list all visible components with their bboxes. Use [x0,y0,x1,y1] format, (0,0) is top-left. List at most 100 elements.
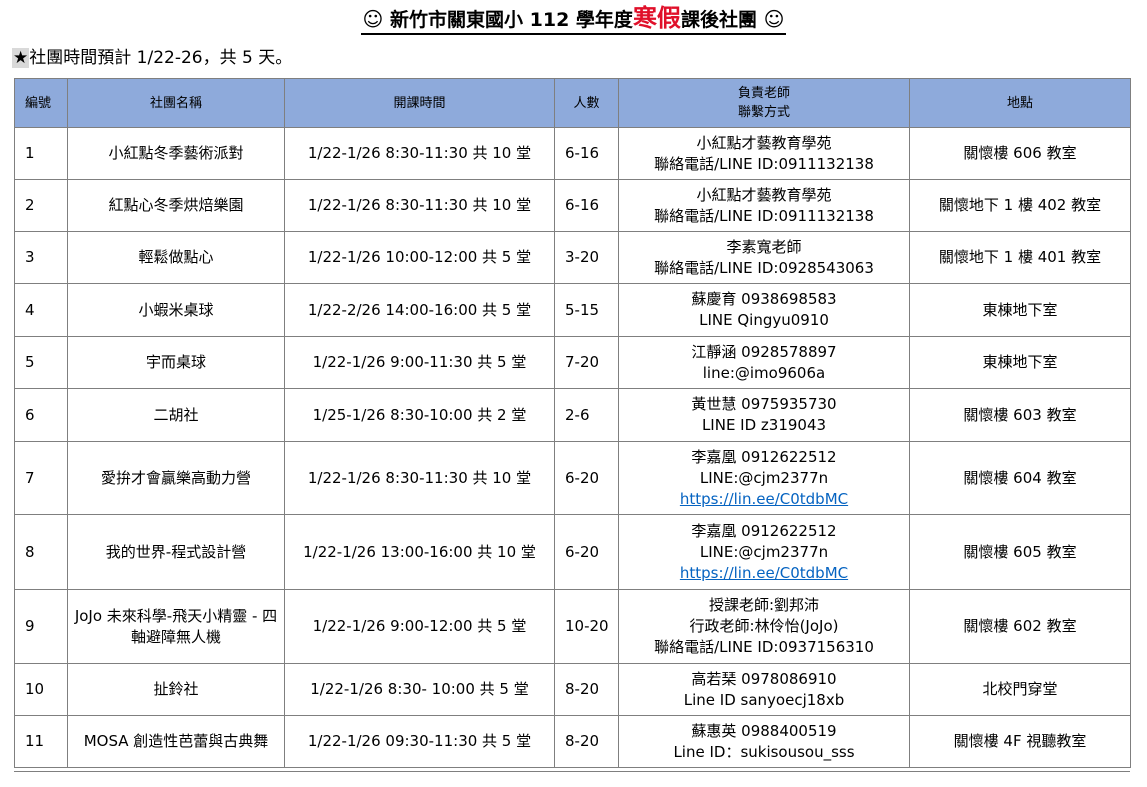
contact-line: 李嘉凰 0912622512 [691,447,837,466]
contact-line: 授課老師:劉邦沛 [708,596,820,614]
cell-no: 5 [14,336,68,389]
title-suffix: 課後社團 [680,9,757,31]
cell-people: 6-20 [554,441,619,515]
cell-people: 10-20 [554,589,619,664]
cell-contact: 江靜涵 0928578897 line:@imo9606a [618,336,910,389]
cell-no: 7 [14,441,68,515]
contact-line: LINE ID z319043 [701,416,827,434]
page-title: ☺ 新竹市關東國小 112 學年度寒假課後社團 ☺ [360,4,787,35]
table-row: 11 MOSA 創造性芭蕾與古典舞 1/22-1/26 09:30-11:30 共 … [14,715,1131,768]
table-row: 10 扯鈴社 1/22-1/26 8:30- 10:00 共 5 堂 8-20 高若琹 … [14,663,1131,716]
cell-contact: 高若琹 0978086910 Line ID sanyoecj18xb [618,663,910,716]
cell-people: 6-20 [554,514,619,590]
cell-contact: 黃世慧 0975935730 LINE ID z319043 [618,388,910,442]
cell-time: 1/22-1/26 10:00-12:00 共 5 堂 [284,231,555,284]
cell-no: 4 [14,283,68,337]
contact-line: 小紅點才藝教育學苑 [696,185,832,204]
cell-contact: 小紅點才藝教育學苑聯絡電話/LINE ID:0911132138 [618,179,910,232]
cell-place: 北校門穿堂 [909,663,1131,716]
contact-line: 江靜涵 0928578897 [691,342,837,361]
header-place: 地點 [909,78,1131,128]
contact-link[interactable]: https://lin.ee/C0tdbMC [680,564,848,582]
cell-people: 5-15 [554,283,619,337]
cell-contact: 李嘉凰 0912622512 LINE:@cjm2377n https://lin.… [618,441,910,515]
cell-time: 1/22-1/26 9:00-12:00 共 5 堂 [284,589,555,664]
cell-people: 6-16 [554,127,619,180]
schedule-note-text: 社團時間預計 1/22-26，共 5 天。 [29,48,293,68]
cell-time: 1/22-2/26 14:00-16:00 共 5 堂 [284,283,555,337]
header-teacher-line2: 聯繫方式 [737,105,790,120]
cell-place: 關懷樓 602 教室 [909,589,1131,664]
contact-link[interactable]: https://lin.ee/C0tdbMC [680,490,848,508]
cell-place: 關懷樓 606 教室 [909,127,1131,180]
contact-line: 聯絡電話/LINE ID:0937156310 [654,638,874,656]
cell-people: 8-20 [554,715,619,768]
cell-no: 3 [14,231,68,284]
cell-time: 1/22-1/26 8:30-11:30 共 10 堂 [284,441,555,515]
contact-line: 李嘉凰 0912622512 [691,521,837,540]
cell-contact: 授課老師:劉邦沛行政老師:林伶怡(JoJo) 聯絡電話/LINE ID:09371… [618,589,910,664]
header-no: 編號 [14,78,68,128]
table-row: 2 紅點心冬季烘焙樂園 1/22-1/26 8:30-11:30 共 10 堂 6-1… [14,179,1131,232]
table-row: 6 二胡社 1/25-1/26 8:30-10:00 共 2 堂 2-6 黃世慧 097… [14,388,1131,442]
smiley-icon-left: ☺ [362,7,384,31]
cell-time: 1/22-1/26 8:30- 10:00 共 5 堂 [284,663,555,716]
smiley-icon-right: ☺ [763,7,785,31]
contact-line: 蘇慶育 0938698583 [691,290,837,308]
cell-no: 9 [14,589,68,664]
cell-place: 東棟地下室 [909,336,1131,389]
contact-line: 聯絡電話/LINE ID:0911132138 [654,154,874,173]
cell-contact: 李素寬老師 聯絡電話/LINE ID:0928543063 [618,231,910,284]
contact-line: 聯絡電話/LINE ID:0911132138 [654,206,874,225]
header-people: 人數 [554,78,619,128]
cell-name: 宇而桌球 [67,336,285,389]
contact-line: LINE:@cjm2377n [699,468,829,487]
contact-line: LINE:@cjm2377n [699,542,829,561]
contact-line: Line ID sanyoecj18xb [683,690,845,709]
cell-people: 8-20 [554,663,619,716]
cell-contact: 蘇惠英 0988400519 Line ID：sukisousou_sss [618,715,910,768]
cell-place: 關懷樓 4F 視聽教室 [909,715,1131,768]
cell-name: 我的世界-程式設計營 [67,514,285,590]
cell-name: 紅點心冬季烘焙樂園 [67,179,285,232]
contact-line: 黃世慧 0975935730 [691,395,837,413]
cell-no: 10 [14,663,68,716]
title-prefix: 新竹市關東國小 112 學年度 [390,9,633,31]
cell-time: 1/22-1/26 9:00-11:30 共 5 堂 [284,336,555,389]
cell-place: 關懷樓 605 教室 [909,514,1131,590]
title-highlight: 寒假 [632,4,681,32]
star-icon: ★ [12,48,30,68]
contact-line: 李素寬老師 [726,237,802,256]
cell-name: 愛拚才會贏樂高動力營 [67,441,285,515]
schedule-note: ★社團時間預計 1/22-26，共 5 天。 [12,46,292,70]
cell-no: 1 [14,127,68,180]
cell-place: 關懷地下 1 樓 402 教室 [909,179,1131,232]
table-row: 1 小紅點冬季藝術派對 1/22-1/26 8:30-11:30 共 10 堂 6-1… [14,127,1131,180]
cell-name: 小蝦米桌球 [67,283,285,337]
contact-line: 蘇惠英 0988400519 [691,721,837,740]
cell-time: 1/22-1/26 09:30-11:30 共 5 堂 [284,715,555,768]
cell-people: 2-6 [554,388,619,442]
header-name: 社團名稱 [67,78,285,128]
contact-line: line:@imo9606a [702,363,826,382]
cell-contact: 李嘉凰 0912622512 LINE:@cjm2377n https://lin.… [618,514,910,590]
club-table: 編號 社團名稱 開課時間 人數 負責老師 聯繫方式 地點 1 小紅點冬季藝術派對 1… [14,78,1131,768]
table-row: 7 愛拚才會贏樂高動力營 1/22-1/26 8:30-11:30 共 10 堂 6-… [14,441,1131,515]
contact-line: 高若琹 0978086910 [691,669,837,688]
cell-no: 2 [14,179,68,232]
cell-time: 1/25-1/26 8:30-10:00 共 2 堂 [284,388,555,442]
cell-place: 關懷地下 1 樓 401 教室 [909,231,1131,284]
cell-people: 6-16 [554,179,619,232]
table-row: 9 JoJo 未來科學-飛天小精靈 - 四軸避障無人機 1/22-1/26 9:00… [14,589,1131,664]
cell-time: 1/22-1/26 8:30-11:30 共 10 堂 [284,179,555,232]
cell-people: 3-20 [554,231,619,284]
cell-time: 1/22-1/26 13:00-16:00 共 10 堂 [284,514,555,590]
cell-contact: 蘇慶育 0938698583 LINE Qingyu0910 [618,283,910,337]
contact-line: 行政老師:林伶怡(JoJo) [689,617,839,635]
header-teacher-line1: 負責老師 [737,86,790,101]
table-bottom-border [14,771,1130,772]
cell-name: MOSA 創造性芭蕾與古典舞 [67,715,285,768]
cell-contact: 小紅點才藝教育學苑 聯絡電話/LINE ID:0911132138 [618,127,910,180]
contact-line: Line ID：sukisousou_sss [673,742,855,761]
header-time: 開課時間 [284,78,555,128]
